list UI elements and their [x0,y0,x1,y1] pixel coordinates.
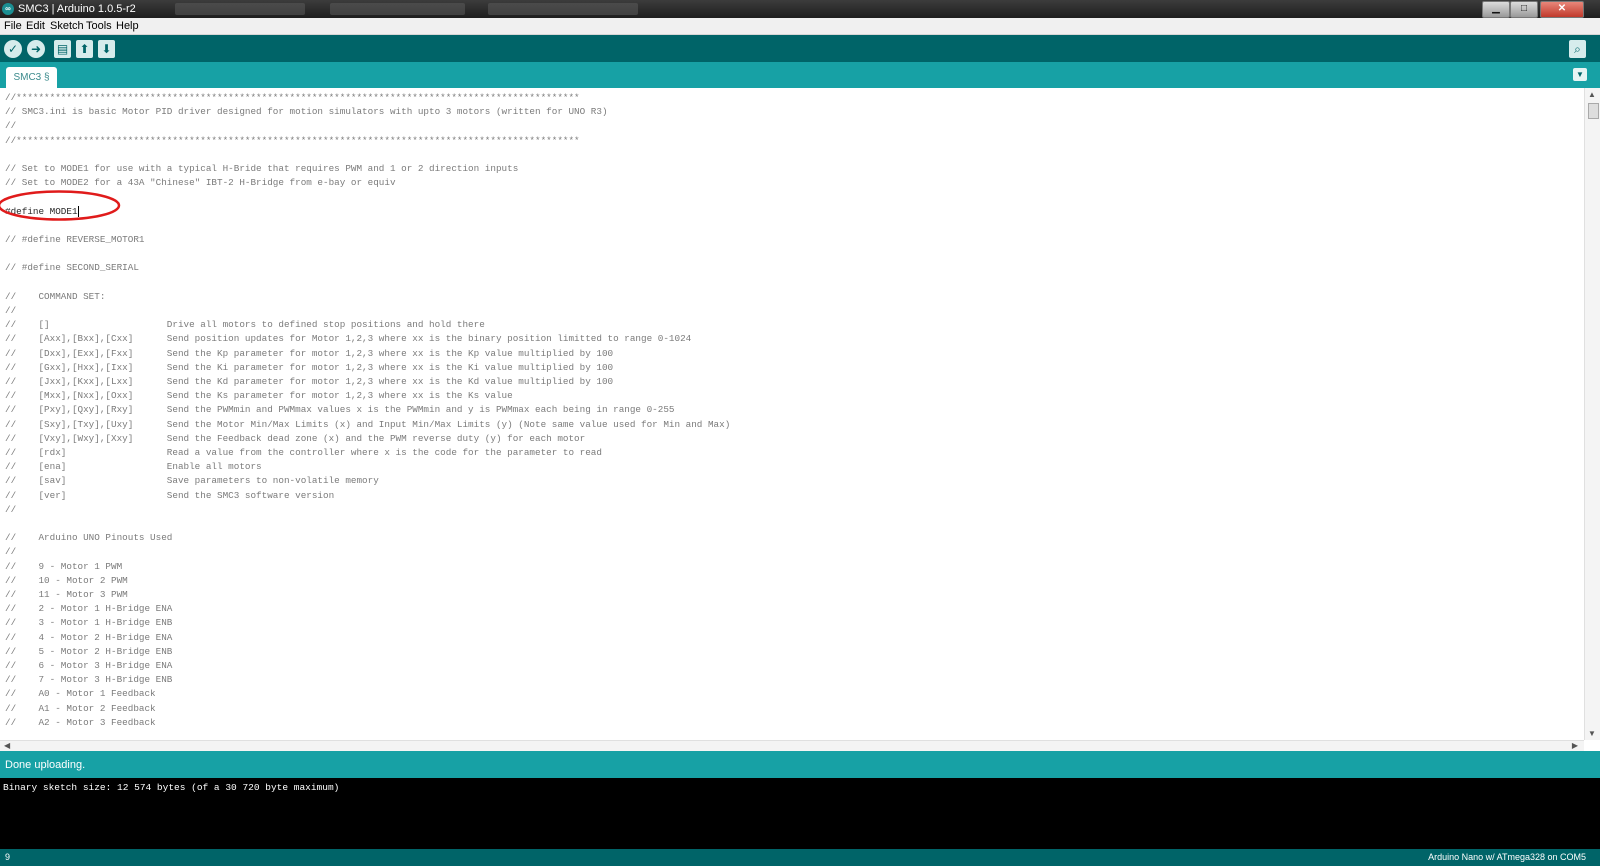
code-line[interactable]: // [5,119,16,133]
code-line[interactable]: // [] Drive all motors to defined stop p… [5,318,485,332]
code-line[interactable]: // Set to MODE2 for a 43A "Chinese" IBT-… [5,176,396,190]
code-line[interactable]: // [Axx],[Bxx],[Cxx] Send position updat… [5,332,691,346]
code-line[interactable]: // 7 - Motor 3 H-Bridge ENB [5,673,172,687]
toolbar: ✓ ➜ ▤ ⬆ ⬇ ⌕ [0,35,1600,62]
code-editor[interactable]: //**************************************… [0,88,1584,740]
code-line[interactable]: // A2 - Motor 3 Feedback [5,716,156,730]
magnifier-icon[interactable]: ⌕ [1569,40,1586,58]
scrollbar-thumb[interactable] [1588,103,1599,119]
board-info: Arduino Nano w/ ATmega328 on COM5 [1428,852,1586,862]
tab-bar: SMC3 § ▼ [0,62,1600,88]
scroll-left-arrow-icon[interactable]: ◀ [4,741,10,750]
line-number: 9 [5,852,11,862]
code-line[interactable]: //**************************************… [5,134,580,148]
code-line[interactable]: // 4 - Motor 2 H-Bridge ENA [5,631,172,645]
menu-tools[interactable]: Tools [86,20,112,32]
code-line[interactable]: // Set to MODE1 for use with a typical H… [5,162,518,176]
minimize-button[interactable]: ▁ [1482,1,1510,18]
code-line[interactable]: #define MODE1 [5,205,79,219]
code-line[interactable]: // Arduino UNO Pinouts Used [5,531,172,545]
code-line[interactable]: // [ena] Enable all motors [5,460,262,474]
window-title: SMC3 | Arduino 1.0.5-r2 [18,3,136,15]
code-line[interactable]: // 9 - Motor 1 PWM [5,560,122,574]
code-line[interactable]: // #define REVERSE_MOTOR1 [5,233,144,247]
code-line[interactable]: // #define SECOND_SERIAL [5,261,139,275]
code-line[interactable]: // [Vxy],[Wxy],[Xxy] Send the Feedback d… [5,432,585,446]
vertical-scrollbar[interactable]: ▲ ▼ [1584,88,1600,740]
code-line[interactable]: // [rdx] Read a value from the controlle… [5,446,602,460]
arduino-logo-icon: ∞ [2,3,14,15]
background-tab[interactable] [488,3,638,15]
scroll-up-arrow-icon[interactable]: ▲ [1588,90,1596,99]
code-line[interactable]: // 6 - Motor 3 H-Bridge ENA [5,659,172,673]
code-line[interactable]: //**************************************… [5,91,580,105]
menu-edit[interactable]: Edit [26,20,45,32]
menu-help[interactable]: Help [116,20,139,32]
code-line[interactable]: // [Mxx],[Nxx],[Oxx] Send the Ks paramet… [5,389,513,403]
close-button[interactable]: ✕ [1540,1,1584,18]
code-line[interactable]: // [ver] Send the SMC3 software version [5,489,334,503]
background-tab[interactable] [175,3,305,15]
code-line[interactable]: // [5,304,16,318]
menu-sketch[interactable]: Sketch [50,20,84,32]
code-line[interactable]: // [Gxx],[Hxx],[Ixx] Send the Ki paramet… [5,361,613,375]
code-line[interactable]: // [Pxy],[Qxy],[Rxy] Send the PWMmin and… [5,403,675,417]
code-line[interactable]: // [5,545,16,559]
upload-arrow-icon[interactable]: ➜ [27,40,45,58]
triangle-down-icon[interactable]: ▼ [1573,68,1587,81]
status-message: Done uploading. [5,759,86,771]
background-tab[interactable] [330,3,465,15]
menu-file[interactable]: File [4,20,22,32]
code-line[interactable]: // 5 - Motor 2 H-Bridge ENB [5,645,172,659]
scroll-right-arrow-icon[interactable]: ▶ [1572,741,1578,750]
code-line[interactable]: // 2 - Motor 1 H-Bridge ENA [5,602,172,616]
new-file-icon[interactable]: ▤ [54,40,71,58]
code-line[interactable]: // A0 - Motor 1 Feedback [5,687,156,701]
code-line[interactable]: // COMMAND SET: [5,290,105,304]
save-down-arrow-icon[interactable]: ⬇ [98,40,115,58]
text-caret [77,205,79,217]
console-output: Binary sketch size: 12 574 bytes (of a 3… [0,778,1600,849]
tab-smc3[interactable]: SMC3 § [6,67,57,88]
code-line[interactable]: // 11 - Motor 3 PWM [5,588,128,602]
code-line[interactable]: // [Jxx],[Kxx],[Lxx] Send the Kd paramet… [5,375,613,389]
verify-check-icon[interactable]: ✓ [4,40,22,58]
menu-bar: File Edit Sketch Tools Help [0,18,1600,35]
code-line[interactable]: // [5,503,16,517]
open-up-arrow-icon[interactable]: ⬆ [76,40,93,58]
scroll-down-arrow-icon[interactable]: ▼ [1588,729,1596,738]
title-bar: ∞ SMC3 | Arduino 1.0.5-r2 ▁ □ ✕ [0,0,1600,18]
code-line[interactable]: // 3 - Motor 1 H-Bridge ENB [5,616,172,630]
code-line[interactable]: // SMC3.ini is basic Motor PID driver de… [5,105,608,119]
code-line[interactable]: // [Sxy],[Txy],[Uxy] Send the Motor Min/… [5,418,730,432]
console-text: Binary sketch size: 12 574 bytes (of a 3… [3,782,340,793]
maximize-button[interactable]: □ [1510,1,1538,18]
code-line[interactable]: // [sav] Save parameters to non-volatile… [5,474,379,488]
status-bar: Done uploading. [0,751,1600,778]
code-line[interactable]: // 10 - Motor 2 PWM [5,574,128,588]
code-line[interactable]: // A1 - Motor 2 Feedback [5,702,156,716]
footer-bar: 9 Arduino Nano w/ ATmega328 on COM5 [0,849,1600,866]
code-line[interactable]: // [Dxx],[Exx],[Fxx] Send the Kp paramet… [5,347,613,361]
